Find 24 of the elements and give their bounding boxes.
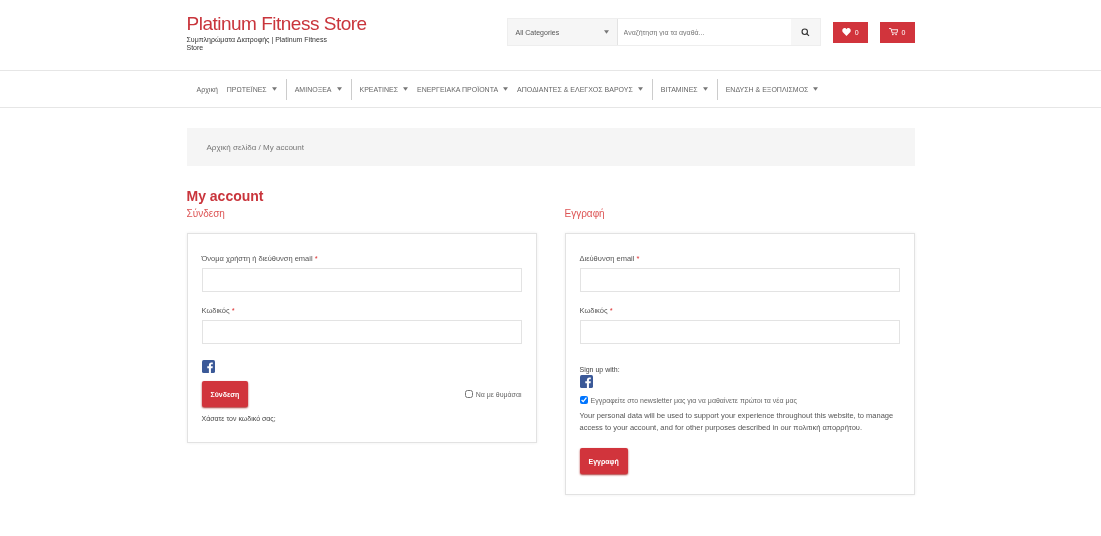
input-field[interactable] [579,268,900,292]
caret-icon [603,30,609,34]
remember-checkbox[interactable] [464,390,473,398]
breadcrumb: Αρχική σελίδα / My account [206,142,304,152]
facebook-icon[interactable] [579,375,593,388]
page-title: My account [186,188,265,204]
input-field[interactable] [201,320,522,344]
facebook-icon[interactable] [201,360,215,373]
caret-icon [702,87,708,91]
caret-icon [336,87,342,91]
caret-icon [813,87,819,91]
caret-icon [271,87,277,91]
input-field[interactable] [201,268,522,292]
newsletter-checkbox[interactable] [579,396,588,404]
cart-icon [888,28,898,36]
heart-icon [841,28,851,36]
caret-icon [402,87,408,91]
caret-icon [503,87,509,91]
register-heading: Εγγραφή [564,208,606,219]
caret-icon [637,87,643,91]
login-heading: Σύνδεση [186,208,226,219]
input-field[interactable] [579,320,900,344]
search-icon[interactable] [800,27,810,37]
store-logo[interactable]: Platinum Fitness Store [186,12,499,35]
